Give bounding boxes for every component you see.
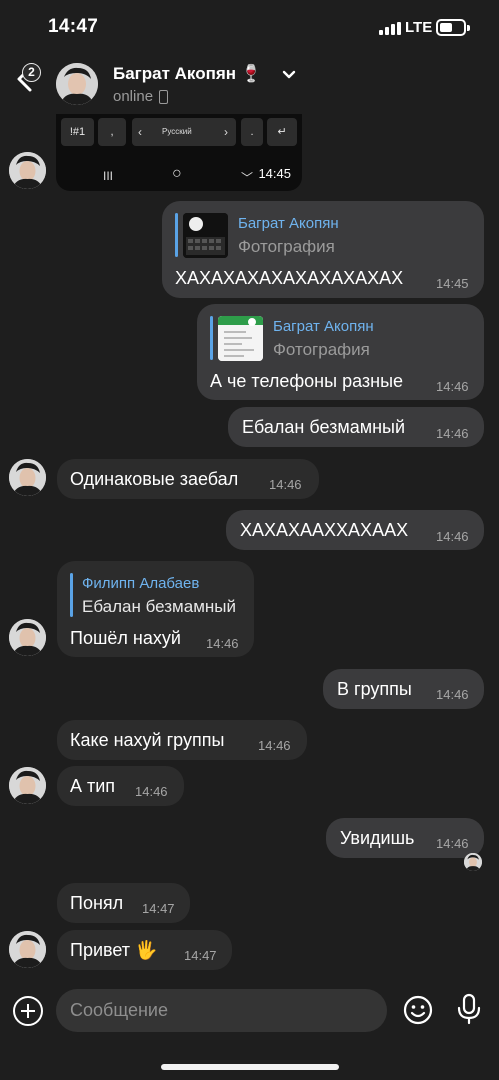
message-bubble-outgoing[interactable]: Увидишь 14:46 (326, 818, 484, 858)
battery-icon (436, 19, 470, 36)
reply-thumbnail (218, 316, 263, 361)
message-bubble-outgoing[interactable]: ХАХАХААХХАХААХ 14:46 (226, 510, 484, 550)
message-text: Увидишь (340, 828, 415, 848)
message-time: 14:46 (436, 379, 469, 394)
message-bubble-outgoing[interactable]: Баграт Акопян Фотография ХАХАХАХАХАХАХАХ… (162, 201, 484, 298)
kb-next: › (224, 125, 228, 139)
kb-nav-recent: III (103, 169, 114, 183)
message-text: А тип (70, 776, 116, 796)
reply-sender: Филипп Алабаев (82, 575, 200, 592)
kb-nav-back: ﹀ (241, 171, 254, 185)
kb-prev: ‹ (138, 125, 142, 139)
message-time: 14:47 (184, 948, 217, 963)
message-text: Пошёл нахуй (70, 628, 181, 648)
kb-nav-home: ○ (172, 165, 182, 182)
message-time: 14:46 (436, 836, 469, 851)
home-indicator (161, 1064, 339, 1070)
message-input[interactable]: Сообщение (56, 989, 387, 1032)
kb-key-enter: ↵ (267, 118, 297, 146)
message-bubble-incoming[interactable]: Понял 14:47 (57, 883, 190, 923)
reply-accent-bar (175, 213, 178, 257)
message-time: 14:46 (135, 784, 168, 799)
message-bubble-outgoing[interactable]: Баграт Акопян Фотография А че телефоны р… (197, 304, 484, 400)
message-text: Одинаковые заебал (70, 469, 239, 489)
message-text: В группы (337, 679, 412, 699)
message-bubble-incoming[interactable]: Одинаковые заебал 14:46 (57, 459, 319, 499)
phone-icon (159, 90, 168, 104)
kb-lang: Русский (162, 127, 192, 136)
reply-sender: Баграт Акопян (273, 318, 374, 335)
contact-name[interactable]: Баграт Акопян 🍷 (113, 64, 262, 84)
reply-accent-bar (70, 573, 73, 617)
message-text: Каке нахуй группы (70, 730, 225, 750)
message-bubble-incoming[interactable]: Каке нахуй группы 14:46 (57, 720, 307, 760)
chevron-down-icon[interactable] (281, 66, 297, 82)
keyboard-photo[interactable]: !#1 , ‹ Русский › . ↵ III ○ ﹀ 14:45 (56, 114, 302, 191)
read-receipt-avatar (464, 853, 482, 871)
kb-key-space: ‹ Русский › (132, 118, 236, 146)
message-bubble-incoming[interactable]: Привет 🖐️ 14:47 (57, 930, 232, 970)
message-time: 14:46 (436, 687, 469, 702)
reply-type: Фотография (238, 237, 335, 256)
online-status: online (113, 88, 154, 105)
message-bubble-outgoing[interactable]: В группы 14:46 (323, 669, 484, 709)
reply-thumbnail (183, 213, 228, 258)
unread-badge: 2 (22, 63, 41, 82)
message-text: ХАХАХААХХАХААХ (240, 520, 409, 540)
microphone-icon[interactable] (454, 993, 484, 1025)
message-input-placeholder: Сообщение (70, 1000, 168, 1020)
message-time: 14:46 (206, 636, 239, 651)
kb-key-dot: . (241, 118, 263, 146)
sender-avatar[interactable] (9, 619, 46, 656)
message-time: 14:46 (269, 477, 302, 492)
message-text: ХАХАХАХАХАХАХАХАХАХ (175, 268, 404, 288)
message-time: 14:47 (142, 901, 175, 916)
sender-avatar[interactable] (9, 931, 46, 968)
emoji-icon[interactable] (403, 995, 433, 1025)
message-bubble-outgoing[interactable]: Ебалан безмамный 14:46 (228, 407, 484, 447)
message-text: А че телефоны разные (210, 371, 404, 391)
network-label: LTE (405, 19, 433, 36)
reply-quote: Ебалан безмамный (82, 597, 236, 616)
header-avatar[interactable] (56, 63, 98, 105)
message-time: 14:46 (258, 738, 291, 753)
attach-button[interactable] (13, 996, 43, 1026)
message-time: 14:45 (436, 276, 469, 291)
status-time: 14:47 (48, 16, 99, 37)
sender-avatar[interactable] (9, 767, 46, 804)
reply-sender: Баграт Акопян (238, 215, 339, 232)
sender-avatar[interactable] (9, 459, 46, 496)
signal-icon (379, 22, 401, 35)
reply-accent-bar (210, 316, 213, 360)
message-bubble-incoming[interactable]: Филипп Алабаев Ебалан безмамный Пошёл на… (57, 561, 254, 657)
message-text: Привет 🖐️ (70, 940, 158, 960)
reply-type: Фотография (273, 340, 370, 359)
message-time: 14:45 (258, 166, 291, 181)
sender-avatar[interactable] (9, 152, 46, 189)
message-bubble-incoming[interactable]: А тип 14:46 (57, 766, 184, 806)
kb-key-symbols: !#1 (61, 118, 94, 146)
kb-key-comma: , (98, 118, 126, 146)
message-time: 14:46 (436, 426, 469, 441)
message-text: Ебалан безмамный (242, 417, 406, 437)
message-time: 14:46 (436, 529, 469, 544)
message-text: Понял (70, 893, 124, 913)
